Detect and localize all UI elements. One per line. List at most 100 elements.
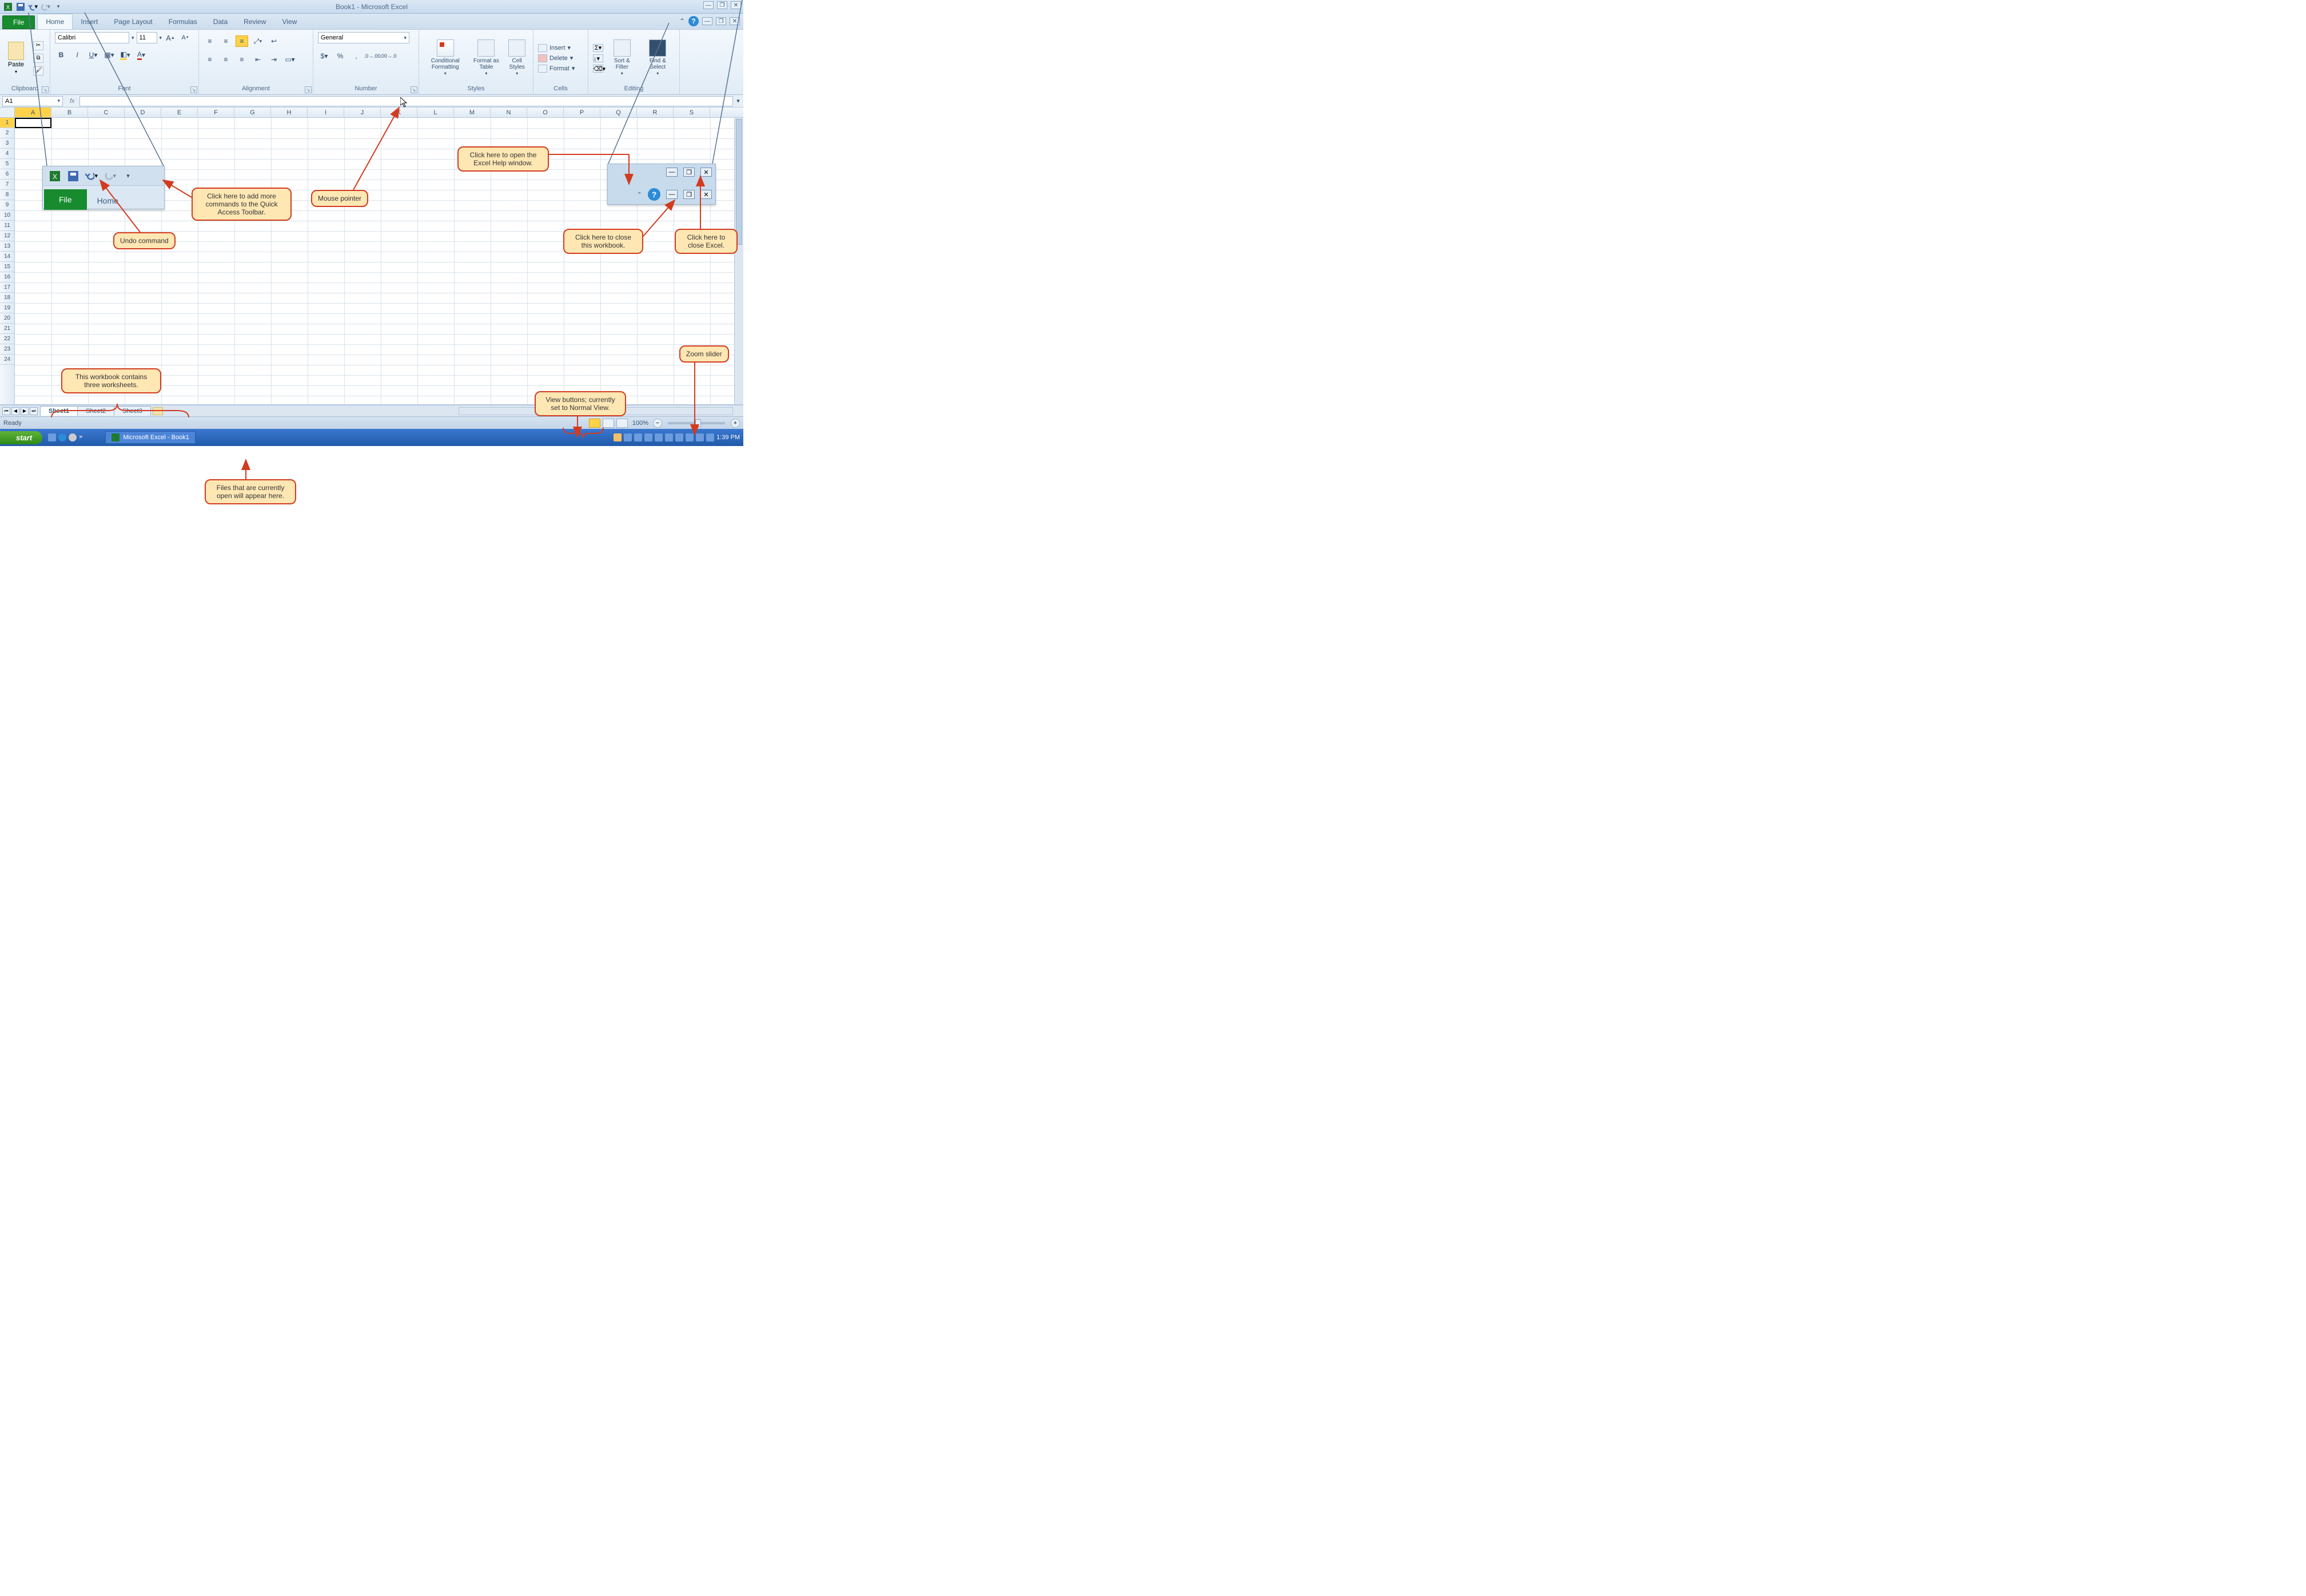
alignment-dialog-launcher[interactable]: ↘ [305, 86, 312, 93]
save-icon[interactable] [16, 2, 25, 11]
row-header[interactable]: 5 [0, 159, 14, 169]
row-header[interactable]: 9 [0, 200, 14, 210]
tray-icon[interactable] [624, 433, 632, 441]
row-header[interactable]: 21 [0, 324, 14, 334]
column-header[interactable]: I [308, 108, 344, 117]
insert-cells-button[interactable]: Insert▾ [538, 44, 575, 52]
paste-button[interactable]: Paste ▾ [5, 42, 27, 74]
increase-indent-icon[interactable]: ⇥ [268, 54, 280, 65]
format-as-table-button[interactable]: Format as Table▾ [470, 38, 502, 78]
comma-button[interactable]: , [350, 50, 363, 62]
row-header[interactable]: 16 [0, 272, 14, 282]
column-header[interactable]: C [88, 108, 125, 117]
column-header[interactable]: D [125, 108, 161, 117]
cell-styles-button[interactable]: Cell Styles▾ [505, 38, 528, 78]
row-header[interactable]: 22 [0, 334, 14, 344]
select-all-corner[interactable] [0, 108, 15, 117]
align-left-icon[interactable]: ≡ [204, 54, 216, 65]
font-color-button[interactable]: A▾ [135, 49, 148, 61]
tray-icon[interactable] [655, 433, 663, 441]
column-header[interactable]: F [198, 108, 234, 117]
quick-launch-icon[interactable] [58, 433, 66, 441]
quick-launch-icon[interactable] [48, 433, 56, 441]
column-header[interactable]: G [234, 108, 271, 117]
column-header[interactable]: E [161, 108, 198, 117]
align-right-icon[interactable]: ≡ [236, 54, 248, 65]
tab-file[interactable]: File [2, 15, 35, 29]
row-header[interactable]: 23 [0, 344, 14, 355]
column-header[interactable]: J [344, 108, 381, 117]
tab-page-layout[interactable]: Page Layout [106, 14, 160, 29]
row-header[interactable]: 7 [0, 180, 14, 190]
customize-qat-icon[interactable]: ▾ [54, 2, 63, 11]
tray-icon[interactable] [614, 433, 622, 441]
column-header[interactable]: M [454, 108, 491, 117]
borders-button[interactable]: ▦▾ [103, 49, 116, 61]
start-button[interactable]: start [0, 431, 42, 444]
vertical-scrollbar[interactable] [734, 118, 743, 404]
top-align-icon[interactable]: ≡ [204, 35, 216, 47]
tray-icon[interactable] [644, 433, 652, 441]
tab-formulas[interactable]: Formulas [161, 14, 205, 29]
tab-view[interactable]: View [274, 14, 305, 29]
bottom-align-icon[interactable]: ≡ [236, 35, 248, 47]
orientation-icon[interactable]: ⤢▾ [252, 35, 264, 47]
fx-icon[interactable]: fx [65, 98, 79, 105]
cells-area[interactable] [15, 118, 743, 405]
row-header[interactable]: 8 [0, 190, 14, 200]
column-header[interactable]: H [271, 108, 308, 117]
middle-align-icon[interactable]: ≡ [220, 35, 232, 47]
bold-button[interactable]: B [55, 49, 67, 61]
redo-icon[interactable]: ▾ [41, 2, 50, 11]
row-header[interactable]: 24 [0, 355, 14, 365]
tray-icon[interactable] [634, 433, 642, 441]
cut-icon[interactable]: ✂ [33, 41, 43, 50]
help-icon[interactable]: ? [688, 16, 699, 26]
font-size-input[interactable] [137, 32, 157, 43]
decrease-font-icon[interactable]: A▼ [179, 32, 192, 43]
row-header[interactable]: 11 [0, 221, 14, 231]
clear-icon[interactable]: ⌫▾ [593, 65, 603, 73]
tab-insert[interactable]: Insert [73, 14, 106, 29]
workbook-minimize-button[interactable]: — [702, 17, 712, 25]
increase-font-icon[interactable]: A▲ [164, 32, 177, 43]
column-header[interactable]: A [15, 108, 51, 117]
row-header[interactable]: 12 [0, 231, 14, 241]
format-painter-icon[interactable]: 🖌 [33, 66, 43, 75]
minimize-ribbon-icon[interactable]: ⌃ [679, 17, 685, 25]
font-name-input[interactable] [55, 32, 129, 43]
row-header[interactable]: 20 [0, 313, 14, 324]
minimize-button[interactable]: — [703, 1, 714, 9]
autosum-icon[interactable]: Σ▾ [593, 44, 603, 52]
quick-launch-chevron-icon[interactable]: » [79, 433, 82, 441]
zoom-slider-thumb[interactable] [695, 419, 701, 427]
decrease-decimal-icon[interactable]: .00→.0 [382, 50, 395, 62]
row-header[interactable]: 19 [0, 303, 14, 313]
column-header[interactable]: P [564, 108, 600, 117]
underline-button[interactable]: U▾ [87, 49, 99, 61]
quick-launch-icon[interactable] [69, 433, 77, 441]
sheet-nav-prev[interactable]: ◀ [11, 407, 19, 415]
zoom-slider[interactable] [668, 422, 725, 424]
tray-icon[interactable] [696, 433, 704, 441]
clipboard-dialog-launcher[interactable]: ↘ [42, 86, 49, 93]
row-header[interactable]: 15 [0, 262, 14, 272]
taskbar-clock[interactable]: 1:39 PM [716, 434, 740, 441]
decrease-indent-icon[interactable]: ⇤ [252, 54, 264, 65]
tray-icon[interactable] [675, 433, 683, 441]
tab-data[interactable]: Data [205, 14, 236, 29]
sheet-nav-last[interactable]: ⏭ [30, 407, 38, 415]
row-header[interactable]: 2 [0, 128, 14, 138]
tab-review[interactable]: Review [236, 14, 274, 29]
excel-icon[interactable]: X [3, 2, 13, 11]
column-header[interactable]: R [637, 108, 674, 117]
row-header[interactable]: 10 [0, 210, 14, 221]
increase-decimal-icon[interactable]: .0→.00 [366, 50, 379, 62]
expand-formula-bar-icon[interactable]: ▾ [733, 97, 743, 105]
workbook-restore-button[interactable]: ❐ [716, 17, 726, 25]
fill-icon[interactable]: ↓▾ [593, 54, 603, 62]
column-header[interactable]: Q [600, 108, 637, 117]
sort-filter-button[interactable]: Sort & Filter▾ [607, 38, 638, 78]
workbook-close-button[interactable]: ✕ [730, 17, 740, 25]
percent-button[interactable]: % [334, 50, 347, 62]
